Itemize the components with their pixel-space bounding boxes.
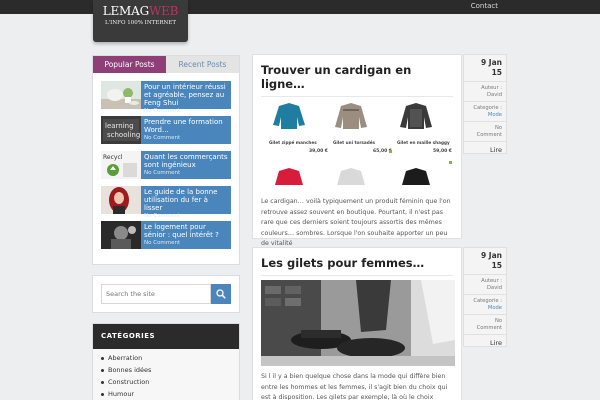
senior-thumb — [101, 221, 141, 249]
logo-title: LEMAGWEB — [102, 4, 179, 18]
popular-post-item[interactable]: Le logement pour sénior : quel intérêt ?… — [101, 221, 231, 249]
cardigan-products-image — [261, 101, 455, 191]
read-more-link[interactable]: Lire — [468, 339, 502, 347]
category-link[interactable]: Construction — [101, 378, 231, 390]
post-excerpt: Si l il y a bien quelque chose dans la m… — [261, 373, 448, 400]
category-link[interactable]: Humour — [101, 390, 231, 400]
recycle-thumb: Recycl — [101, 151, 141, 179]
author-name: David — [487, 284, 502, 291]
search-button[interactable] — [211, 284, 231, 304]
post-date-year: 15 — [491, 68, 502, 77]
tab-recent-posts[interactable]: Recent Posts — [166, 56, 239, 73]
logo-tagline: L'INFO 100% INTERNET — [104, 20, 176, 26]
popular-post-item[interactable]: Pour un intérieur réussi et agréable, pe… — [101, 81, 231, 114]
post-meta: 9 Jan 15 Auteur : David Categorie : Mode… — [463, 54, 507, 154]
post-image[interactable]: Gilet zippé manches 39,00 € Gilet uni to… — [261, 101, 455, 191]
popular-post-item[interactable]: learning schooling Prendre une formation… — [101, 116, 231, 144]
category-link[interactable]: Bonnes idées — [101, 366, 231, 378]
top-bar: Contact — [0, 0, 600, 14]
comment-count-label[interactable]: Comment — [468, 132, 502, 139]
woman-thumb — [101, 186, 141, 214]
popular-post-title: Le guide de la bonne utilisation du fer … — [144, 188, 218, 212]
popular-post-comments: No Comment — [144, 240, 181, 246]
feng-shui-thumb — [101, 81, 141, 109]
popular-post-item[interactable]: Le guide de la bonne utilisation du fer … — [101, 186, 231, 219]
popular-post-comments: No Comment — [144, 213, 181, 219]
category-label: Categorie : — [473, 105, 502, 111]
popular-post-item[interactable]: Recycl Quant les commerçants sont ingéni… — [101, 151, 231, 179]
post-title[interactable]: Trouver un cardigan en ligne… — [253, 55, 461, 91]
product-label: Gilet uni torsadés — [333, 140, 376, 145]
post-title[interactable]: Les gilets pour femmes… — [253, 248, 461, 270]
post-card: Trouver un cardigan en ligne… Gilet zipp… — [252, 54, 462, 247]
post-image[interactable] — [261, 280, 455, 366]
product-price: 59,00 € — [433, 149, 452, 154]
search-widget — [92, 275, 240, 313]
post-date-day: 9 Jan — [480, 58, 502, 67]
product-status-dot — [389, 150, 392, 153]
categories-widget: CATÉGORIES Aberration Bonnes idées Const… — [92, 323, 240, 400]
category-label: Categorie : — [473, 298, 502, 304]
shoes-photo — [261, 280, 455, 366]
popular-post-comments: No Comment — [144, 135, 181, 141]
popular-post-comments: No Comment — [144, 108, 181, 114]
author-name: David — [487, 91, 502, 98]
post-card: Les gilets pour femmes… Si l il y a bien… — [252, 247, 462, 400]
posts-tabs-widget: Popular Posts Recent Posts Pour un intér… — [92, 55, 240, 265]
svg-text:Recycl: Recycl — [103, 154, 123, 161]
popular-post-title: Prendre une formation Word... — [144, 118, 223, 134]
title-divider — [261, 96, 453, 97]
svg-text:schooling: schooling — [107, 131, 140, 139]
post-excerpt: Le cardigan… voilà typiquement un produi… — [261, 198, 451, 247]
learning-thumb: learning schooling — [101, 116, 141, 144]
popular-post-title: Quant les commerçants sont ingénieux — [144, 153, 228, 169]
title-divider — [261, 275, 453, 276]
post-category-link[interactable]: Mode — [468, 305, 502, 312]
site-logo[interactable]: LEMAGWEB L'INFO 100% INTERNET — [93, 0, 188, 42]
product-price: 39,00 € — [309, 149, 328, 154]
search-icon — [216, 289, 226, 299]
product-status-dot — [449, 161, 452, 164]
product-label: Gilet en maille shaggy — [397, 140, 450, 145]
product-label: Gilet zippé manches — [269, 140, 317, 145]
category-link[interactable]: Aberration — [101, 354, 231, 366]
categories-title: CATÉGORIES — [93, 324, 239, 349]
post-meta: 9 Jan 15 Auteur : David Categorie : Mode… — [463, 247, 507, 347]
read-more-link[interactable]: Lire — [468, 146, 502, 154]
post-date-year: 15 — [491, 261, 502, 270]
popular-post-comments: No Comment — [144, 170, 181, 176]
popular-post-title: Pour un intérieur réussi et agréable, pe… — [144, 83, 226, 107]
popular-post-title: Le logement pour sénior : quel intérêt ? — [144, 223, 219, 239]
svg-text:learning: learning — [105, 122, 134, 130]
post-date-day: 9 Jan — [480, 251, 502, 260]
comment-count-label[interactable]: Comment — [468, 325, 502, 332]
tab-popular-posts[interactable]: Popular Posts — [93, 56, 166, 73]
search-input[interactable] — [101, 284, 211, 304]
post-category-link[interactable]: Mode — [468, 112, 502, 119]
contact-link[interactable]: Contact — [471, 2, 498, 10]
